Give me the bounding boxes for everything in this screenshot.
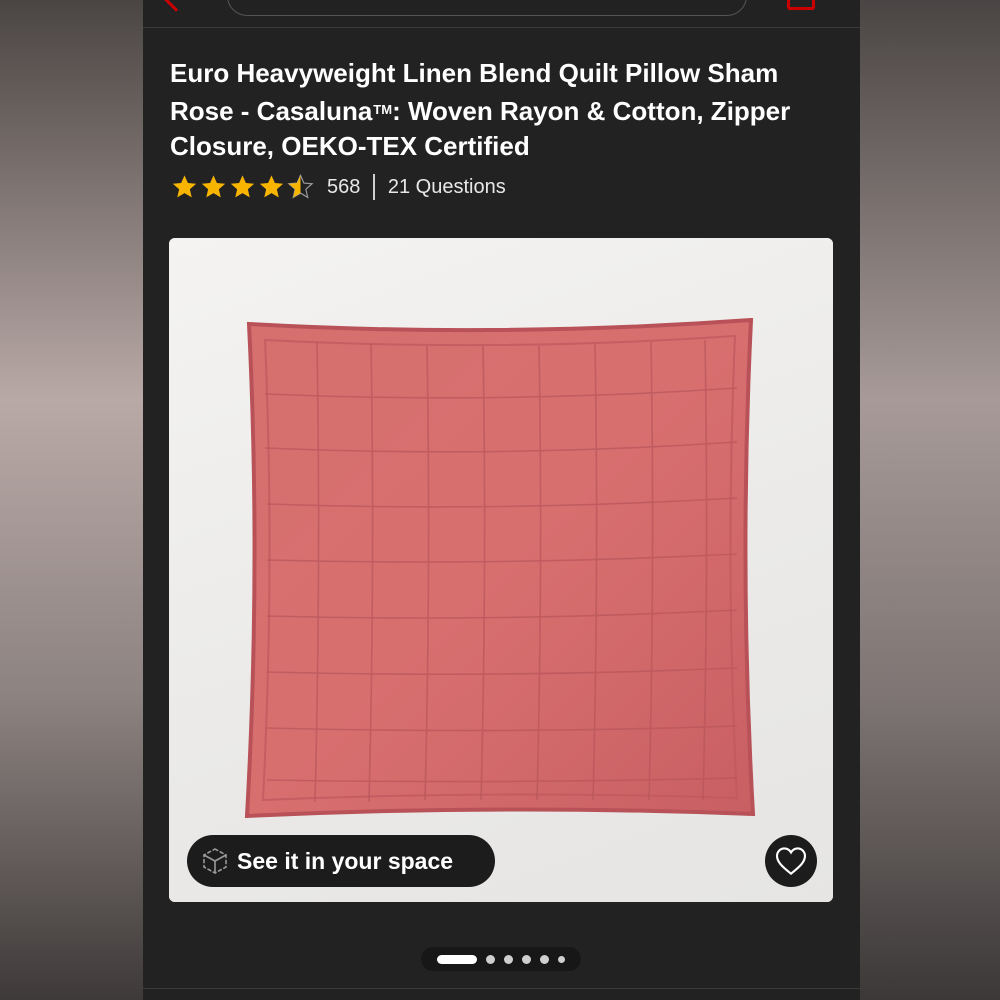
- star-icon: [259, 175, 284, 198]
- half-star-icon: [287, 173, 314, 199]
- rating-divider: [373, 174, 375, 200]
- back-arrow-icon[interactable]: [163, 0, 189, 12]
- rating-count[interactable]: 568: [327, 176, 360, 199]
- carousel-dot[interactable]: [540, 954, 549, 964]
- search-input[interactable]: [227, 0, 747, 16]
- trademark-mark: TM: [373, 101, 393, 117]
- carousel-pagination[interactable]: [421, 947, 581, 971]
- carousel-dot[interactable]: [522, 954, 531, 964]
- favorite-button[interactable]: [765, 835, 817, 887]
- star-icon: [230, 175, 255, 198]
- questions-link[interactable]: 21 Questions: [388, 176, 506, 199]
- carousel-dot[interactable]: [504, 954, 513, 964]
- product-title: Euro Heavyweight Linen Blend Quilt Pillo…: [170, 56, 810, 165]
- star-icon: [172, 175, 197, 198]
- cube-ar-icon: [203, 848, 227, 874]
- blurred-background-right: [860, 0, 1000, 1000]
- star-icon: [201, 175, 226, 198]
- see-in-space-label: See it in your space: [237, 847, 454, 874]
- product-image-card[interactable]: See it in your space: [169, 238, 833, 902]
- cart-icon[interactable]: [787, 0, 815, 10]
- see-in-space-button[interactable]: See it in your space: [187, 835, 495, 887]
- phone-screen: Euro Heavyweight Linen Blend Quilt Pillo…: [143, 0, 860, 1000]
- blurred-background-left: [0, 0, 143, 1000]
- divider-line: [143, 988, 860, 989]
- top-bar: [143, 0, 860, 28]
- heart-icon: [775, 847, 807, 876]
- star-rating: [170, 173, 315, 201]
- carousel-dot-active[interactable]: [437, 954, 477, 964]
- rating-row[interactable]: 568 21 Questions: [170, 172, 506, 202]
- carousel-dot[interactable]: [558, 955, 565, 963]
- carousel-dot[interactable]: [486, 954, 495, 964]
- pillow-image: [244, 318, 756, 818]
